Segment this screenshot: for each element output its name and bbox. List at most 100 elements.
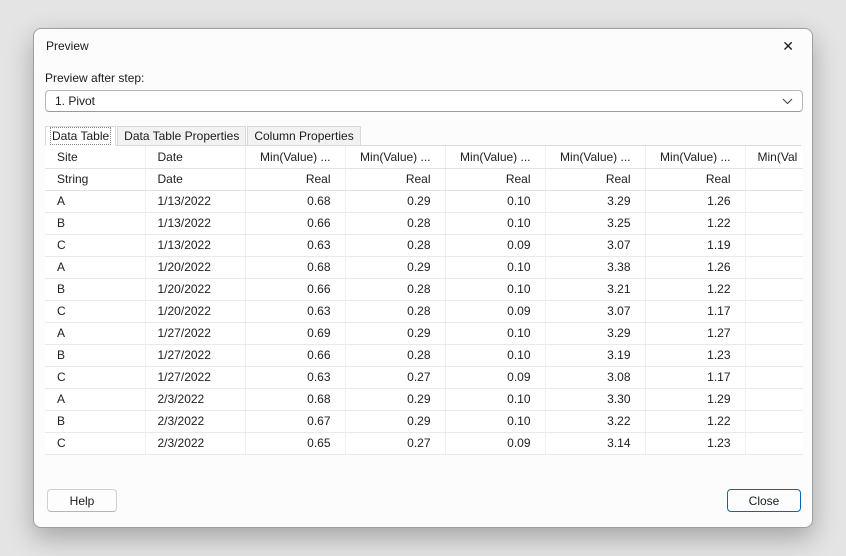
table-row: A1/20/20220.680.290.103.381.26 bbox=[45, 256, 803, 278]
table-cell: 1.27 bbox=[645, 322, 745, 344]
table-cell: 1/13/2022 bbox=[145, 234, 245, 256]
table-cell: 0.63 bbox=[245, 300, 345, 322]
dialog-titlebar: Preview ✕ bbox=[34, 29, 812, 63]
column-header: Min(Value) ... bbox=[245, 146, 345, 168]
table-cell: 3.29 bbox=[545, 322, 645, 344]
column-type: Real bbox=[545, 168, 645, 190]
table-cell bbox=[745, 278, 803, 300]
table-cell: 3.07 bbox=[545, 234, 645, 256]
table-cell: 1/20/2022 bbox=[145, 300, 245, 322]
table-cell: 0.10 bbox=[445, 322, 545, 344]
table-cell: 1/20/2022 bbox=[145, 278, 245, 300]
table-cell: 0.10 bbox=[445, 212, 545, 234]
table-cell bbox=[745, 234, 803, 256]
table-cell bbox=[745, 256, 803, 278]
table-cell: 0.27 bbox=[345, 432, 445, 454]
table-row: C1/27/20220.630.270.093.081.17 bbox=[45, 366, 803, 388]
table-cell: A bbox=[45, 322, 145, 344]
table-cell: 0.28 bbox=[345, 300, 445, 322]
column-header-row: SiteDateMin(Value) ...Min(Value) ...Min(… bbox=[45, 146, 803, 168]
table-cell: 3.21 bbox=[545, 278, 645, 300]
dialog-body: Preview after step: 1. Pivot Data Table … bbox=[34, 71, 812, 455]
table-cell: 0.29 bbox=[345, 388, 445, 410]
table-cell: 1/27/2022 bbox=[145, 344, 245, 366]
column-type: Real bbox=[645, 168, 745, 190]
table-cell: 0.10 bbox=[445, 190, 545, 212]
table-cell: 2/3/2022 bbox=[145, 410, 245, 432]
help-button[interactable]: Help bbox=[47, 489, 117, 512]
table-cell: 0.10 bbox=[445, 256, 545, 278]
table-cell: 1/13/2022 bbox=[145, 212, 245, 234]
table-cell: C bbox=[45, 234, 145, 256]
table-cell: A bbox=[45, 190, 145, 212]
table-cell: 1.29 bbox=[645, 388, 745, 410]
column-header: Site bbox=[45, 146, 145, 168]
preview-dialog: Preview ✕ Preview after step: 1. Pivot D… bbox=[33, 28, 813, 528]
table-cell: A bbox=[45, 256, 145, 278]
table-cell: 0.63 bbox=[245, 234, 345, 256]
table-cell: 1/20/2022 bbox=[145, 256, 245, 278]
column-type: String bbox=[45, 168, 145, 190]
column-header: Min(Value) ... bbox=[345, 146, 445, 168]
table-cell bbox=[745, 388, 803, 410]
close-icon[interactable]: ✕ bbox=[778, 37, 798, 55]
table-cell: 1.19 bbox=[645, 234, 745, 256]
table-row: C2/3/20220.650.270.093.141.23 bbox=[45, 432, 803, 454]
table-cell: 3.07 bbox=[545, 300, 645, 322]
table-cell: 3.14 bbox=[545, 432, 645, 454]
table-cell: 0.10 bbox=[445, 410, 545, 432]
table-cell: 2/3/2022 bbox=[145, 432, 245, 454]
table-cell: 0.66 bbox=[245, 344, 345, 366]
table-cell: 0.29 bbox=[345, 190, 445, 212]
table-cell bbox=[745, 190, 803, 212]
close-button[interactable]: Close bbox=[727, 489, 801, 512]
dialog-title: Preview bbox=[46, 39, 89, 53]
table-cell: C bbox=[45, 366, 145, 388]
table-cell: 1.22 bbox=[645, 212, 745, 234]
table-cell: 0.28 bbox=[345, 278, 445, 300]
tab-column-properties[interactable]: Column Properties bbox=[247, 126, 360, 145]
table-cell: 0.29 bbox=[345, 256, 445, 278]
table-cell: 0.09 bbox=[445, 300, 545, 322]
table-row: A1/13/20220.680.290.103.291.26 bbox=[45, 190, 803, 212]
column-type: Real bbox=[345, 168, 445, 190]
tab-strip: Data Table Data Table Properties Column … bbox=[45, 126, 801, 146]
table-header: SiteDateMin(Value) ...Min(Value) ...Min(… bbox=[45, 146, 803, 190]
table-cell: 0.29 bbox=[345, 410, 445, 432]
table-row: C1/20/20220.630.280.093.071.17 bbox=[45, 300, 803, 322]
table-cell bbox=[745, 410, 803, 432]
table-row: A2/3/20220.680.290.103.301.29 bbox=[45, 388, 803, 410]
table-cell: 3.19 bbox=[545, 344, 645, 366]
column-header: Min(Value) ... bbox=[645, 146, 745, 168]
table-cell: 1.23 bbox=[645, 344, 745, 366]
table-row: C1/13/20220.630.280.093.071.19 bbox=[45, 234, 803, 256]
tab-data-table-properties[interactable]: Data Table Properties bbox=[117, 126, 246, 145]
table-cell: 0.68 bbox=[245, 256, 345, 278]
table-cell bbox=[745, 212, 803, 234]
table-cell: 3.30 bbox=[545, 388, 645, 410]
table-cell: 0.63 bbox=[245, 366, 345, 388]
table-cell: 0.09 bbox=[445, 432, 545, 454]
table-cell: 3.08 bbox=[545, 366, 645, 388]
table-cell: 0.67 bbox=[245, 410, 345, 432]
table-cell: 0.28 bbox=[345, 344, 445, 366]
table-cell bbox=[745, 344, 803, 366]
table-cell: 0.10 bbox=[445, 344, 545, 366]
table-row: B1/27/20220.660.280.103.191.23 bbox=[45, 344, 803, 366]
table-cell: 1/27/2022 bbox=[145, 366, 245, 388]
preview-table-container: SiteDateMin(Value) ...Min(Value) ...Min(… bbox=[45, 146, 803, 455]
step-dropdown[interactable]: 1. Pivot bbox=[45, 90, 803, 112]
table-cell: 0.69 bbox=[245, 322, 345, 344]
table-cell: 0.09 bbox=[445, 366, 545, 388]
tab-data-table[interactable]: Data Table bbox=[45, 126, 116, 146]
table-cell: 0.28 bbox=[345, 212, 445, 234]
table-cell: 3.25 bbox=[545, 212, 645, 234]
preview-table: SiteDateMin(Value) ...Min(Value) ...Min(… bbox=[45, 146, 803, 455]
column-type: Real bbox=[445, 168, 545, 190]
table-cell: 0.66 bbox=[245, 212, 345, 234]
column-type: Date bbox=[145, 168, 245, 190]
table-cell: 1.23 bbox=[645, 432, 745, 454]
table-cell: A bbox=[45, 388, 145, 410]
table-row: B1/20/20220.660.280.103.211.22 bbox=[45, 278, 803, 300]
table-cell: B bbox=[45, 278, 145, 300]
